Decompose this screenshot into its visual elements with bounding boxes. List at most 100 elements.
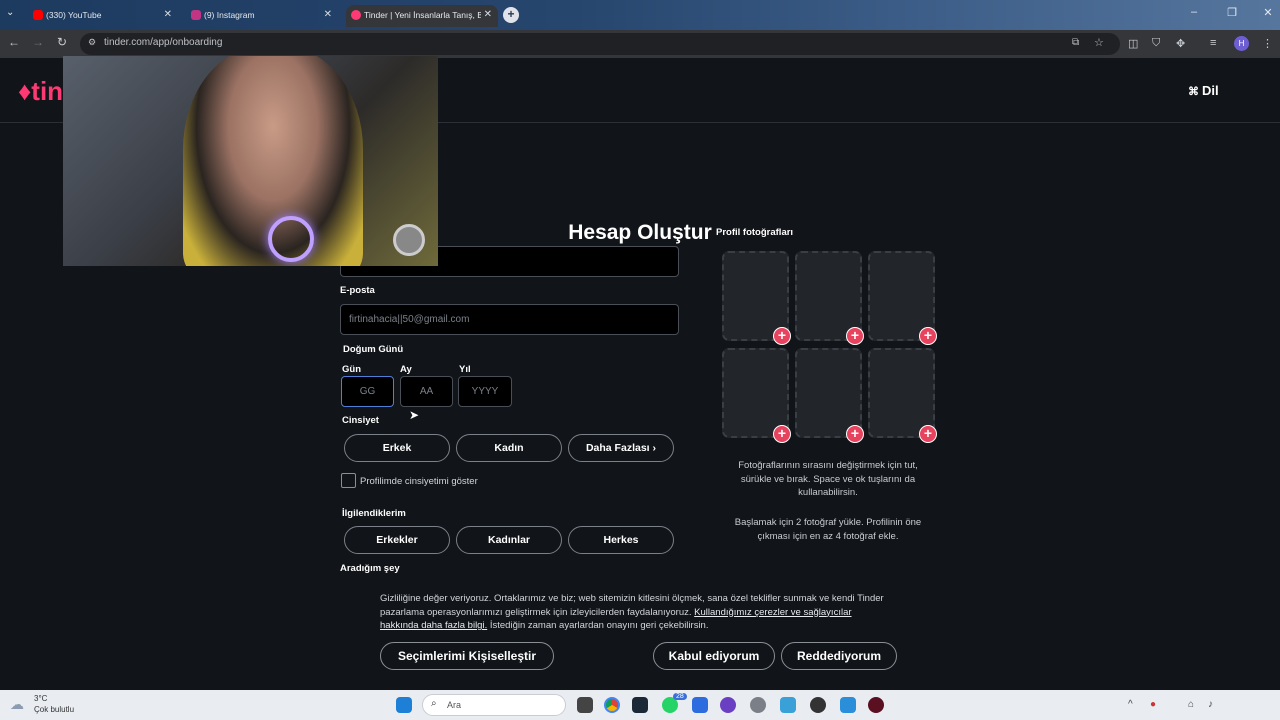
email-field[interactable]: firtinahacia||50@gmail.com xyxy=(340,304,679,335)
interest-men-button[interactable]: Erkekler xyxy=(344,526,450,554)
chevron-right-icon: › xyxy=(652,442,657,454)
bookmark-star-icon[interactable]: ☆ xyxy=(1094,36,1104,49)
day-label: Gün xyxy=(342,364,361,375)
search-label: Ara xyxy=(447,700,462,710)
consent-text-after: İstediğin zaman ayarlardan onayını geri … xyxy=(489,620,709,631)
back-icon[interactable]: ← xyxy=(6,35,22,49)
photos-label: Profil fotoğrafları xyxy=(716,227,794,238)
maximize-icon[interactable]: ❐ xyxy=(1222,6,1242,19)
address-bar[interactable]: ⚙ tinder.com/app/onboarding ⧉ ☆ xyxy=(80,33,1120,55)
volume-icon[interactable]: ♪ xyxy=(1208,699,1213,710)
gender-male-button[interactable]: Erkek xyxy=(344,434,450,462)
weather-desc: Çok bulutlu xyxy=(34,705,75,714)
month-input[interactable]: AA xyxy=(400,376,453,407)
tab-tinder[interactable]: Tinder | Yeni İnsanlarla Tanış, Bi ✕ xyxy=(346,5,498,27)
gender-more-label: Daha Fazlası xyxy=(585,442,650,454)
windows-start-icon[interactable] xyxy=(396,697,412,713)
add-photo-icon[interactable]: + xyxy=(773,327,791,345)
app-icon[interactable] xyxy=(868,697,884,713)
extension-icon[interactable]: ◫ xyxy=(1128,37,1138,50)
windows-taskbar: ☁ 3°C Çok bulutlu ⌕ Ara 28 ^ ● ⌂ ♪ xyxy=(0,690,1280,720)
window-close-icon[interactable]: ✕ xyxy=(1258,6,1278,19)
globe-icon: ⌘ xyxy=(1188,86,1199,98)
browser-tab-bar: ⌄ (330) YouTube ✕ (9) Instagram ✕ Tinder… xyxy=(0,0,1280,30)
language-button[interactable]: ⌘ Dil xyxy=(1188,83,1219,98)
close-icon[interactable]: ✕ xyxy=(324,5,332,25)
birthday-label: Doğum Günü xyxy=(343,344,404,355)
mouse-cursor: ➤ xyxy=(409,408,420,422)
shield-icon[interactable]: ⛉ xyxy=(1152,37,1160,50)
email-label: E-posta xyxy=(340,285,375,296)
task-view-icon[interactable] xyxy=(577,697,593,713)
tray-icon[interactable]: ● xyxy=(1150,699,1156,710)
install-icon[interactable]: ⧉ xyxy=(1072,37,1079,48)
close-icon[interactable]: ✕ xyxy=(164,5,172,25)
puzzle-icon[interactable]: ✥ xyxy=(1176,37,1185,50)
logo-text: tin xyxy=(31,76,64,106)
show-gender-label: Profilimde cinsiyetimi göster xyxy=(360,476,478,487)
photo-count-help: Başlamak için 2 fotoğraf yükle. Profilin… xyxy=(734,517,922,542)
interest-everyone-button[interactable]: Herkes xyxy=(568,526,674,554)
year-label: Yıl xyxy=(459,364,471,375)
settings-icon[interactable] xyxy=(750,697,766,713)
day-input[interactable]: GG xyxy=(341,376,394,407)
app-icon[interactable] xyxy=(780,697,796,713)
weather-icon[interactable]: ☁ xyxy=(10,696,24,713)
notification-badge: 28 xyxy=(673,693,687,700)
month-label: Ay xyxy=(400,364,412,375)
media-icon[interactable]: ≡ xyxy=(1210,37,1216,49)
add-photo-icon[interactable]: + xyxy=(846,327,864,345)
add-photo-icon[interactable]: + xyxy=(773,425,791,443)
tinder-logo[interactable]: ♦tin xyxy=(18,76,63,107)
instagram-icon xyxy=(191,10,201,20)
flame-icon: ♦ xyxy=(18,76,32,106)
customize-choices-button[interactable]: Seçimlerimi Kişiselleştir xyxy=(380,642,554,670)
browser-toolbar: ← → ↻ ⚙ tinder.com/app/onboarding ⧉ ☆ ◫ … xyxy=(0,30,1280,58)
profile-avatar[interactable]: H xyxy=(1234,36,1249,51)
app-icon[interactable] xyxy=(720,697,736,713)
streaming-logo-icon xyxy=(393,224,425,256)
chrome-icon[interactable] xyxy=(604,697,620,713)
gender-more-button[interactable]: Daha Fazlası › xyxy=(568,434,674,462)
tab-label: Tinder | Yeni İnsanlarla Tanış, Bi xyxy=(364,10,485,20)
new-tab-button[interactable]: + xyxy=(503,7,519,23)
network-icon[interactable]: ⌂ xyxy=(1188,699,1194,710)
app-icon[interactable] xyxy=(840,697,856,713)
taskbar-search[interactable]: ⌕ Ara xyxy=(422,694,566,716)
language-label: Dil xyxy=(1202,83,1219,98)
tab-label: (9) Instagram xyxy=(204,10,255,20)
tab-list-icon[interactable]: ⌄ xyxy=(6,7,14,18)
reload-icon[interactable]: ↻ xyxy=(54,35,70,49)
year-input[interactable]: YYYY xyxy=(458,376,512,407)
show-gender-checkbox[interactable] xyxy=(341,473,356,488)
webcam-overlay xyxy=(63,56,438,266)
gender-female-button[interactable]: Kadın xyxy=(456,434,562,462)
interest-label: İlgilendiklerim xyxy=(342,508,406,519)
tab-label: (330) YouTube xyxy=(46,10,102,20)
cookie-consent-text: Gizliliğine değer veriyoruz. Ortaklarımı… xyxy=(380,592,890,633)
tab-instagram[interactable]: (9) Instagram ✕ xyxy=(186,5,338,27)
forward-icon[interactable]: → xyxy=(30,35,46,49)
steam-icon[interactable] xyxy=(632,697,648,713)
reject-button[interactable]: Reddediyorum xyxy=(781,642,897,670)
close-icon[interactable]: ✕ xyxy=(480,5,492,25)
headphones-icon xyxy=(268,216,314,262)
photo-reorder-help: Fotoğraflarının sırasını değiştirmek içi… xyxy=(738,460,918,498)
app-icon[interactable] xyxy=(810,697,826,713)
add-photo-icon[interactable]: + xyxy=(919,327,937,345)
add-photo-icon[interactable]: + xyxy=(846,425,864,443)
accept-button[interactable]: Kabul ediyorum xyxy=(653,642,775,670)
tab-youtube[interactable]: (330) YouTube ✕ xyxy=(28,5,178,27)
gender-label: Cinsiyet xyxy=(342,415,379,426)
minimize-icon[interactable]: – xyxy=(1184,6,1204,18)
chevron-up-icon[interactable]: ^ xyxy=(1128,699,1133,710)
add-photo-icon[interactable]: + xyxy=(919,425,937,443)
youtube-icon xyxy=(33,10,43,20)
looking-for-label: Aradığım şey xyxy=(340,563,400,574)
search-icon: ⌕ xyxy=(431,698,437,709)
weather-temp: 3°C xyxy=(34,694,48,703)
site-info-icon[interactable]: ⚙ xyxy=(88,37,96,48)
app-icon[interactable] xyxy=(692,697,708,713)
interest-women-button[interactable]: Kadınlar xyxy=(456,526,562,554)
menu-icon[interactable]: ⋮ xyxy=(1262,37,1273,50)
